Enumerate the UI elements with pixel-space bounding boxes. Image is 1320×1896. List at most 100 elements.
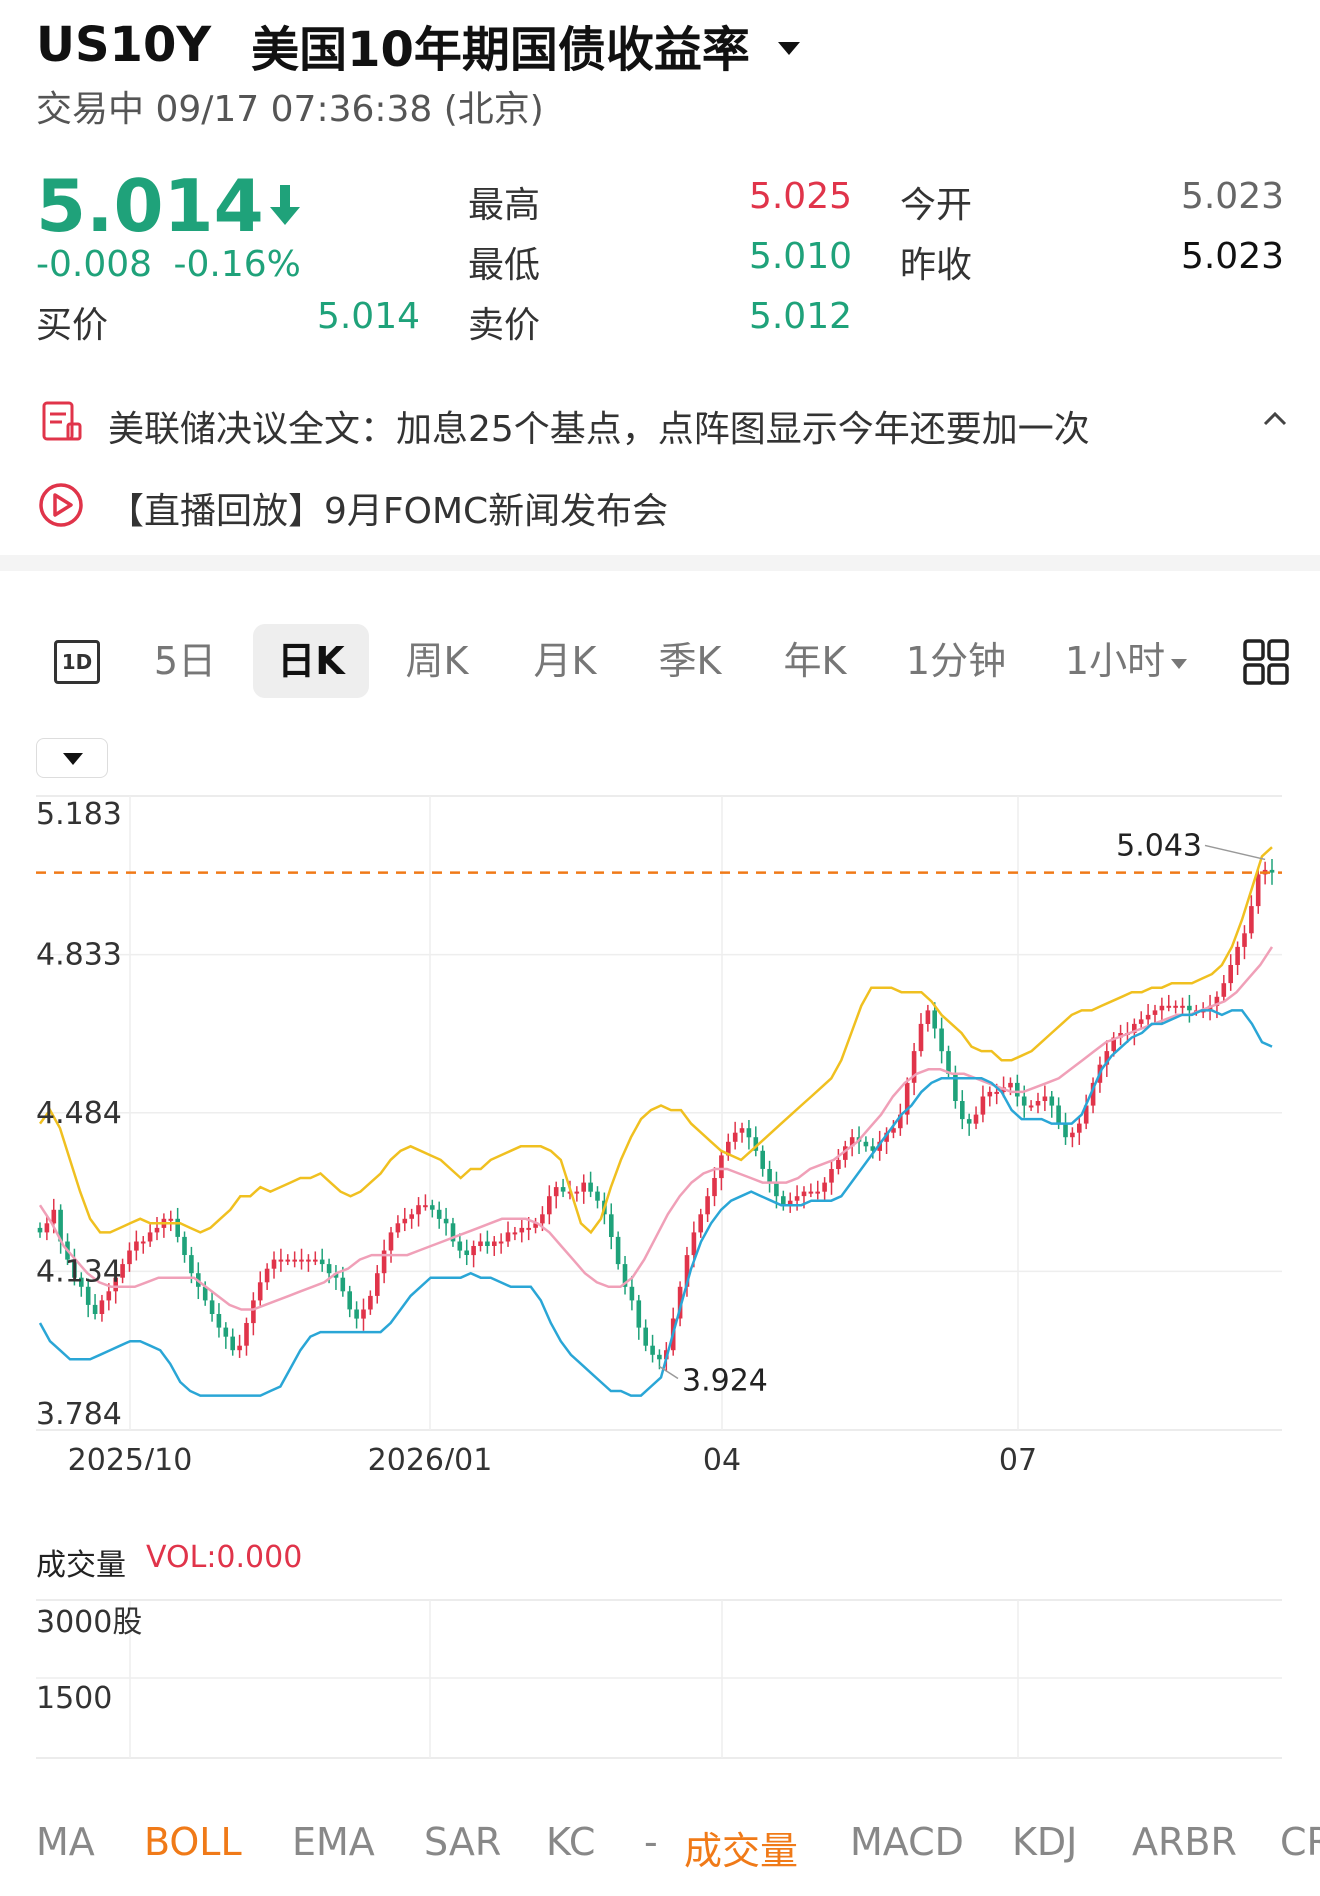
grid-layout-icon[interactable] bbox=[1242, 638, 1290, 686]
chevron-up-icon[interactable] bbox=[1262, 408, 1288, 428]
candle-body bbox=[51, 1209, 57, 1224]
candle-body bbox=[237, 1345, 242, 1351]
candle-body bbox=[574, 1191, 580, 1194]
candle-body bbox=[313, 1259, 318, 1262]
candle-body bbox=[719, 1155, 724, 1179]
indicator-tab-kdj[interactable]: KDJ bbox=[1012, 1820, 1077, 1864]
open-label: 今开 bbox=[900, 185, 973, 226]
volume-chart[interactable]: 3000股 1500 bbox=[0, 1590, 1320, 1790]
candle-body bbox=[257, 1282, 263, 1301]
tab-1hour[interactable]: 1小时 bbox=[1060, 624, 1192, 698]
x-axis-tick-label: 04 bbox=[703, 1443, 741, 1470]
tab-monthly-k[interactable]: 月K bbox=[520, 624, 610, 698]
x-axis-tick-label: 2025/10 bbox=[68, 1443, 193, 1470]
candle-body bbox=[175, 1218, 180, 1237]
indicator-separator: - bbox=[644, 1820, 658, 1864]
news-item[interactable]: 【直播回放】9月FOMC新闻发布会 bbox=[36, 480, 1036, 532]
candle-body bbox=[251, 1300, 256, 1324]
indicator-tab-arbr[interactable]: ARBR bbox=[1132, 1820, 1237, 1864]
candle-body bbox=[106, 1291, 112, 1301]
indicator-tab-boll[interactable]: BOLL bbox=[144, 1820, 242, 1864]
tab-5day[interactable]: 5日 bbox=[140, 624, 230, 698]
candle-body bbox=[278, 1259, 284, 1262]
prev-close-value: 5.023 bbox=[1180, 236, 1284, 277]
news-headline: 美联储决议全文：加息25个基点，点阵图显示今年还要加一次 bbox=[108, 409, 1090, 450]
candle-body bbox=[760, 1150, 765, 1169]
news-headline: 【直播回放】9月FOMC新闻发布会 bbox=[108, 491, 669, 532]
tab-quarterly-k[interactable]: 季K bbox=[645, 624, 735, 698]
candle-body bbox=[588, 1182, 593, 1192]
tab-1d[interactable]: 1D bbox=[50, 624, 106, 698]
candle-body bbox=[1228, 965, 1233, 984]
candle-body bbox=[836, 1159, 841, 1169]
candle-body bbox=[643, 1327, 648, 1346]
boll-middle-line bbox=[38, 946, 1274, 1311]
indicator-tab-cr[interactable]: CR bbox=[1280, 1820, 1320, 1864]
candle-body bbox=[1145, 1014, 1151, 1020]
candle-body bbox=[388, 1232, 394, 1251]
candle-body bbox=[140, 1241, 146, 1244]
indicator-tab-ema[interactable]: EMA bbox=[292, 1820, 375, 1864]
indicator-tab-macd[interactable]: MACD bbox=[850, 1820, 964, 1864]
candlestick-chart[interactable]: 5.183 4.833 4.484 4.134 3.784 2025/10 2026/01 0… bbox=[0, 790, 1320, 1470]
candle-body bbox=[1269, 869, 1275, 873]
candle-body bbox=[340, 1277, 346, 1292]
candle-body bbox=[1035, 1101, 1041, 1106]
candle-body bbox=[430, 1205, 435, 1210]
candle-body bbox=[560, 1187, 566, 1192]
candle-body bbox=[918, 1023, 924, 1052]
candle-body bbox=[1235, 946, 1240, 965]
candle-body bbox=[615, 1236, 621, 1265]
candle-body bbox=[595, 1191, 600, 1201]
period-tabs: 1D 5日 日K 周K 月K 季K 年K 1分钟 1小时 bbox=[0, 624, 1320, 698]
candle-body bbox=[271, 1259, 277, 1269]
candle-body bbox=[1077, 1123, 1082, 1133]
candle-body bbox=[939, 1028, 944, 1052]
candle-body bbox=[402, 1218, 408, 1224]
tab-1min[interactable]: 1分钟 bbox=[900, 624, 1012, 698]
bid-value: 5.014 bbox=[316, 296, 420, 337]
news-item[interactable]: 美联储决议全文：加息25个基点，点阵图显示今年还要加一次 bbox=[36, 398, 1288, 450]
indicator-tab-ma[interactable]: MA bbox=[36, 1820, 95, 1864]
candle-body bbox=[739, 1128, 745, 1133]
indicator-tab-sar[interactable]: SAR bbox=[424, 1820, 501, 1864]
tab-weekly-k[interactable]: 周K bbox=[392, 624, 482, 698]
candle-body bbox=[863, 1141, 869, 1147]
tab-yearly-k[interactable]: 年K bbox=[770, 624, 860, 698]
tab-daily-k[interactable]: 日K bbox=[253, 624, 369, 698]
candle-body bbox=[409, 1214, 414, 1219]
candle-body bbox=[1028, 1105, 1034, 1108]
candle-body bbox=[147, 1232, 153, 1242]
play-icon bbox=[39, 483, 83, 527]
boll-upper-line bbox=[38, 846, 1273, 1235]
candle-body bbox=[1249, 906, 1254, 934]
chevron-down-icon[interactable] bbox=[777, 41, 800, 55]
candle-body bbox=[368, 1295, 373, 1310]
indicator-dropdown[interactable] bbox=[36, 738, 108, 778]
candle-body bbox=[1152, 1010, 1158, 1015]
indicator-tab-kc[interactable]: KC bbox=[546, 1820, 595, 1864]
tab-1hour-label: 1小时 bbox=[1064, 639, 1166, 683]
candle-body bbox=[216, 1314, 222, 1328]
y-axis-tick-label: 4.134 bbox=[36, 1254, 122, 1289]
indicator-tab-volume[interactable]: 成交量 bbox=[684, 1820, 798, 1875]
change-percent: -0.16% bbox=[173, 244, 301, 285]
candle-body bbox=[960, 1101, 965, 1120]
candle-body bbox=[471, 1246, 476, 1256]
candle-body bbox=[1042, 1096, 1048, 1101]
candle-body bbox=[794, 1196, 800, 1201]
page-title[interactable]: US10Y 美国10年期国债收益率 bbox=[36, 10, 800, 80]
candle-body bbox=[423, 1205, 428, 1208]
boll-lower-line bbox=[38, 1009, 1273, 1397]
candle-body bbox=[966, 1119, 972, 1124]
candle-body bbox=[994, 1091, 999, 1094]
candle-body bbox=[505, 1232, 511, 1242]
arrow-down-icon bbox=[269, 185, 300, 225]
last-price: 5.014 bbox=[36, 164, 302, 248]
volume-title: 成交量 bbox=[36, 1548, 126, 1583]
candle-body bbox=[932, 1010, 937, 1029]
ask-value: 5.012 bbox=[748, 296, 852, 337]
candle-body bbox=[746, 1128, 752, 1138]
candle-body bbox=[485, 1241, 490, 1246]
candle-body bbox=[973, 1114, 979, 1124]
